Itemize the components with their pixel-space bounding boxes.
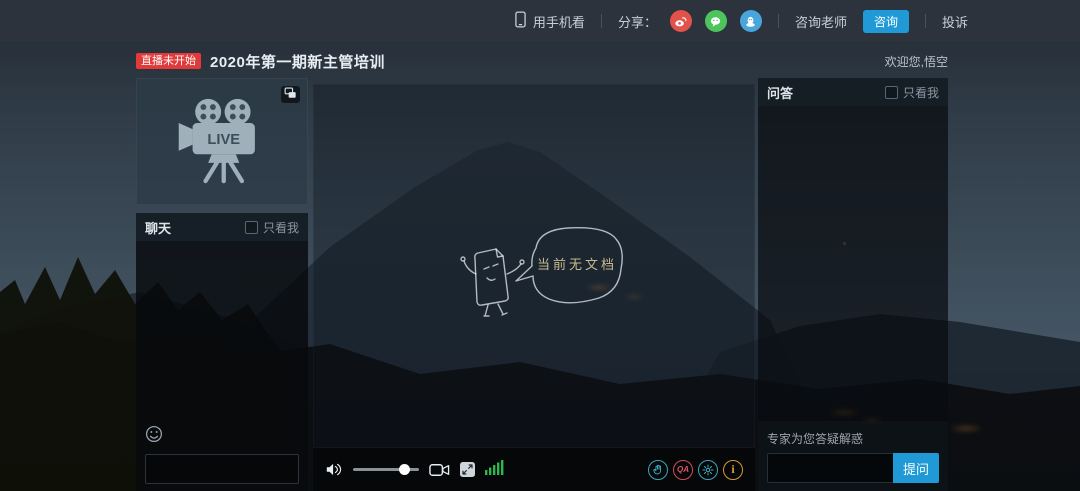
- qa-only-me-label: 只看我: [903, 84, 939, 101]
- watch-on-phone-button[interactable]: 用手机看: [515, 11, 585, 31]
- divider: [925, 14, 926, 28]
- share-group: 分享：: [618, 10, 762, 32]
- qa-title: 问答: [767, 83, 793, 102]
- swap-icon: [284, 86, 297, 104]
- chat-only-me-label: 只看我: [263, 219, 299, 236]
- chat-only-me-toggle[interactable]: 只看我: [245, 219, 299, 236]
- volume-slider-thumb[interactable]: [399, 464, 410, 475]
- qa-input-row: 提问: [767, 453, 939, 483]
- emoji-icon[interactable]: [145, 425, 163, 443]
- divider: [601, 14, 602, 28]
- wechat-icon[interactable]: [705, 10, 727, 32]
- watch-on-phone-label: 用手机看: [533, 12, 585, 31]
- chat-only-me-checkbox[interactable]: [245, 221, 258, 234]
- live-status-badge: 直播未开始: [136, 53, 201, 69]
- top-bar: 用手机看 分享： 咨询老师 咨询 投诉: [0, 0, 1080, 42]
- page-header: 直播未开始 2020年第一期新主管培训 欢迎您,悟空: [136, 50, 948, 72]
- complaint-button[interactable]: 投诉: [942, 12, 968, 31]
- no-document-text: 当前无文档: [537, 257, 617, 272]
- chat-message-list: [136, 241, 308, 491]
- share-label: 分享：: [618, 12, 657, 31]
- fullscreen-icon[interactable]: [460, 462, 475, 477]
- qa-header: 问答 只看我: [758, 78, 948, 106]
- qa-panel: 问答 只看我 专家为您答疑解惑 提问: [758, 78, 948, 491]
- qa-only-me-toggle[interactable]: 只看我: [885, 84, 939, 101]
- live-label: LIVE: [207, 131, 240, 147]
- live-camera-icon: LIVE: [170, 94, 274, 189]
- info-icon-text: i: [731, 462, 734, 477]
- settings-icon[interactable]: [698, 460, 718, 480]
- phone-icon: [515, 11, 526, 31]
- camera-icon[interactable]: [429, 463, 450, 477]
- weibo-icon[interactable]: [670, 10, 692, 32]
- ask-button[interactable]: 提问: [893, 453, 939, 483]
- chat-panel: 聊天 只看我: [136, 213, 308, 491]
- swap-view-button[interactable]: [281, 86, 300, 103]
- no-document-illustration: 当前无文档: [448, 218, 638, 323]
- chat-header: 聊天 只看我: [136, 213, 308, 241]
- volume-slider[interactable]: [353, 468, 419, 471]
- consult-teacher-label: 咨询老师: [795, 12, 847, 31]
- welcome-text: 欢迎您,悟空: [885, 53, 948, 70]
- qa-only-me-checkbox[interactable]: [885, 86, 898, 99]
- raise-hand-icon[interactable]: [648, 460, 668, 480]
- consult-button[interactable]: 咨询: [863, 10, 909, 33]
- chat-title: 聊天: [145, 218, 171, 237]
- qa-message-list: 专家为您答疑解惑 提问: [758, 106, 948, 491]
- chat-input[interactable]: [145, 454, 299, 484]
- qa-hint: 专家为您答疑解惑: [767, 430, 863, 447]
- consult-group: 咨询老师 咨询: [795, 10, 909, 33]
- qq-icon[interactable]: [740, 10, 762, 32]
- video-preview-panel: LIVE: [136, 78, 308, 205]
- qa-icon[interactable]: QA: [673, 460, 693, 480]
- media-control-bar: QA i: [313, 448, 755, 491]
- signal-bars-icon: [485, 459, 504, 480]
- volume-icon[interactable]: [325, 462, 343, 477]
- qa-icon-text: QA: [677, 465, 689, 474]
- page-title: 2020年第一期新主管培训: [210, 51, 385, 72]
- info-icon[interactable]: i: [723, 460, 743, 480]
- divider: [778, 14, 779, 28]
- document-stage: 当前无文档: [313, 84, 755, 448]
- question-input[interactable]: [767, 453, 893, 483]
- action-circles: QA i: [648, 460, 743, 480]
